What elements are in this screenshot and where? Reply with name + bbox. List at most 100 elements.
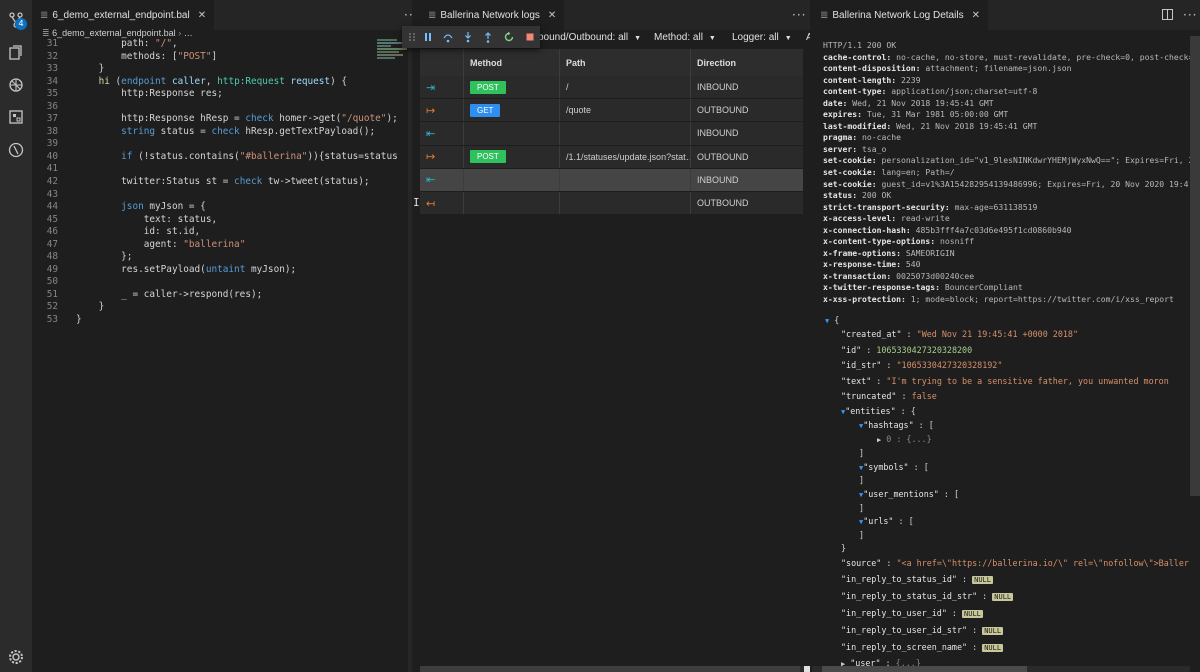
close-icon[interactable]: ✕ [198,10,206,21]
more-actions-icon[interactable]: ··· [1183,8,1197,22]
details-scrollbar[interactable] [1190,36,1200,496]
step-over-icon[interactable] [441,30,455,44]
json-line[interactable]: ] [859,528,864,542]
table-row[interactable]: ↦ POST/1.1/statuses/update.json?stat… OUTB… [420,145,803,169]
column-path[interactable]: Path [560,49,691,76]
json-line[interactable]: ▼"entities" : { [841,404,916,418]
json-line[interactable]: "in_reply_to_status_id_str" : NULL [841,589,1014,603]
table-row[interactable]: ↤ OUTBOUND [420,191,803,216]
stop-icon[interactable] [523,30,537,44]
activity-bar: 4 [0,0,32,672]
json-line[interactable]: "text" : "I'm trying to be a sensitive f… [841,374,1169,388]
code-line[interactable]: 43 [32,189,412,202]
code-line[interactable]: 36 [32,101,412,114]
code-line[interactable]: 31 path: "/", [32,38,412,51]
code-line[interactable]: 50 [32,276,412,289]
json-line[interactable]: "in_reply_to_screen_name" : NULL [841,640,1004,654]
breadcrumb-file[interactable]: 6_demo_external_endpoint.bal [52,28,176,38]
table-row[interactable]: ↦ GET/quote OUTBOUND [420,99,803,123]
scroll-thumb[interactable] [420,666,800,672]
code-lines[interactable]: 31 path: "/", 32 methods: ["POST"] 33 } 34 … [32,38,412,327]
code-line[interactable]: 35 http:Response res; [32,88,412,101]
json-line[interactable]: "created_at" : "Wed Nov 21 19:45:41 +000… [841,327,1078,341]
code-line[interactable]: 49 res.setPayload(untaint myJson); [32,264,412,277]
split-editor-icon[interactable] [1162,9,1173,20]
code-line[interactable]: 53} [32,314,412,327]
code-line[interactable]: 46 id: st.id, [32,226,412,239]
code-line[interactable]: 33 } [32,63,412,76]
code-line[interactable]: 51 _ = caller->respond(res); [32,289,412,302]
code-line[interactable]: 39 [32,138,412,151]
extra-filter[interactable]: A [806,32,810,43]
line-number: 44 [46,201,58,213]
json-line[interactable]: "in_reply_to_user_id" : NULL [841,606,983,620]
json-line[interactable]: "id_str" : "1065330427320328192" [841,358,1002,372]
details-hscrollbar[interactable] [812,666,1190,672]
json-line[interactable]: ] [859,501,864,515]
more-actions-icon[interactable]: ··· [404,8,412,22]
ballerina-icon[interactable] [0,134,32,166]
json-string: "I'm trying to be a sensitive father, yo… [886,376,1169,386]
scroll-thumb[interactable] [822,666,1027,672]
grip-icon[interactable] [405,30,419,44]
json-line[interactable]: ▼"symbols" : [ [859,460,929,474]
code-editor[interactable]: ≣ 6_demo_external_endpoint.bal ✕ ··· ≣ 6… [32,0,412,672]
close-icon[interactable]: ✕ [548,10,556,21]
json-line[interactable]: ] [859,473,864,487]
json-line[interactable]: ▼"user_mentions" : [ [859,487,959,501]
details-tab[interactable]: ≣ Ballerina Network Log Details ✕ [812,0,988,30]
editor-tab[interactable]: ≣ 6_demo_external_endpoint.bal ✕ [32,0,215,30]
column-direction[interactable]: Direction [691,49,803,76]
code-line[interactable]: 47 agent: "ballerina" [32,239,412,252]
json-line[interactable]: "id" : 1065330427320328200 [841,343,972,357]
json-colon: : [938,489,954,499]
code-line[interactable]: 37 http:Response hResp = check homer->ge… [32,113,412,126]
json-line[interactable]: "in_reply_to_user_id_str" : NULL [841,623,1004,637]
code-line[interactable]: 44 json myJson = { [32,201,412,214]
editor-scrollbar[interactable] [408,38,412,672]
code-line[interactable]: 42 twitter:Status st = check tw->tweet(s… [32,176,412,189]
code-line[interactable]: 34 hi (endpoint caller, http:Request req… [32,76,412,89]
json-line[interactable]: ] [859,446,864,460]
more-actions-icon[interactable]: ··· [792,8,806,22]
resize-handle[interactable] [804,666,810,672]
breadcrumb-rest[interactable]: … [184,28,193,38]
table-row[interactable]: ⇤ INBOUND [420,168,803,192]
table-row[interactable]: ⇥ POST / INBOUND [420,76,803,100]
json-line[interactable]: "truncated" : false [841,389,937,403]
json-line[interactable]: "in_reply_to_status_id" : NULL [841,572,993,586]
explorer-icon[interactable] [0,37,32,69]
json-line[interactable]: ▶ 0 : {...} [877,432,932,446]
column-method[interactable]: Method [464,49,560,76]
code-line[interactable]: 41 [32,163,412,176]
json-line[interactable]: ▼"urls" : [ [859,514,914,528]
code-line[interactable]: 32 methods: ["POST"] [32,51,412,64]
header-value: 0025073d00240cee [891,270,975,281]
step-out-icon[interactable] [481,30,495,44]
code-line[interactable]: 40 if (!status.contains("#ballerina")){s… [32,151,412,164]
code-text: _ = caller->respond(res); [76,288,263,300]
extensions-icon[interactable] [0,101,32,133]
code-line[interactable]: 38 string status = check hResp.getTextPa… [32,126,412,139]
editor-tabbar: ≣ 6_demo_external_endpoint.bal ✕ ··· [32,0,412,30]
logs-hscrollbar[interactable] [420,666,810,672]
json-line[interactable]: ▼"hashtags" : [ [859,418,934,432]
json-key: "source" [841,558,882,568]
logger-filter[interactable]: Logger: all ▼ [732,32,792,43]
table-row[interactable]: ⇤ INBOUND [420,122,803,146]
json-line[interactable]: "source" : "<a href=\"https://ballerina.… [841,556,1189,570]
method-filter[interactable]: Method: all ▼ [654,32,716,43]
restart-icon[interactable] [502,30,516,44]
debug-icon[interactable] [0,69,32,101]
code-line[interactable]: 45 text: status, [32,214,412,227]
close-icon[interactable]: ✕ [972,10,980,21]
direction-filter[interactable]: bound/Outbound: all ▼ [538,32,641,43]
code-line[interactable]: 52 } [32,301,412,314]
settings-icon[interactable] [0,641,32,672]
header-line: server: tsa_o [823,144,1200,156]
code-line[interactable]: 48 }; [32,251,412,264]
json-line[interactable]: ▼ { [825,313,839,327]
json-line[interactable]: } [841,541,846,555]
step-into-icon[interactable] [461,30,475,44]
pause-icon[interactable] [421,30,435,44]
